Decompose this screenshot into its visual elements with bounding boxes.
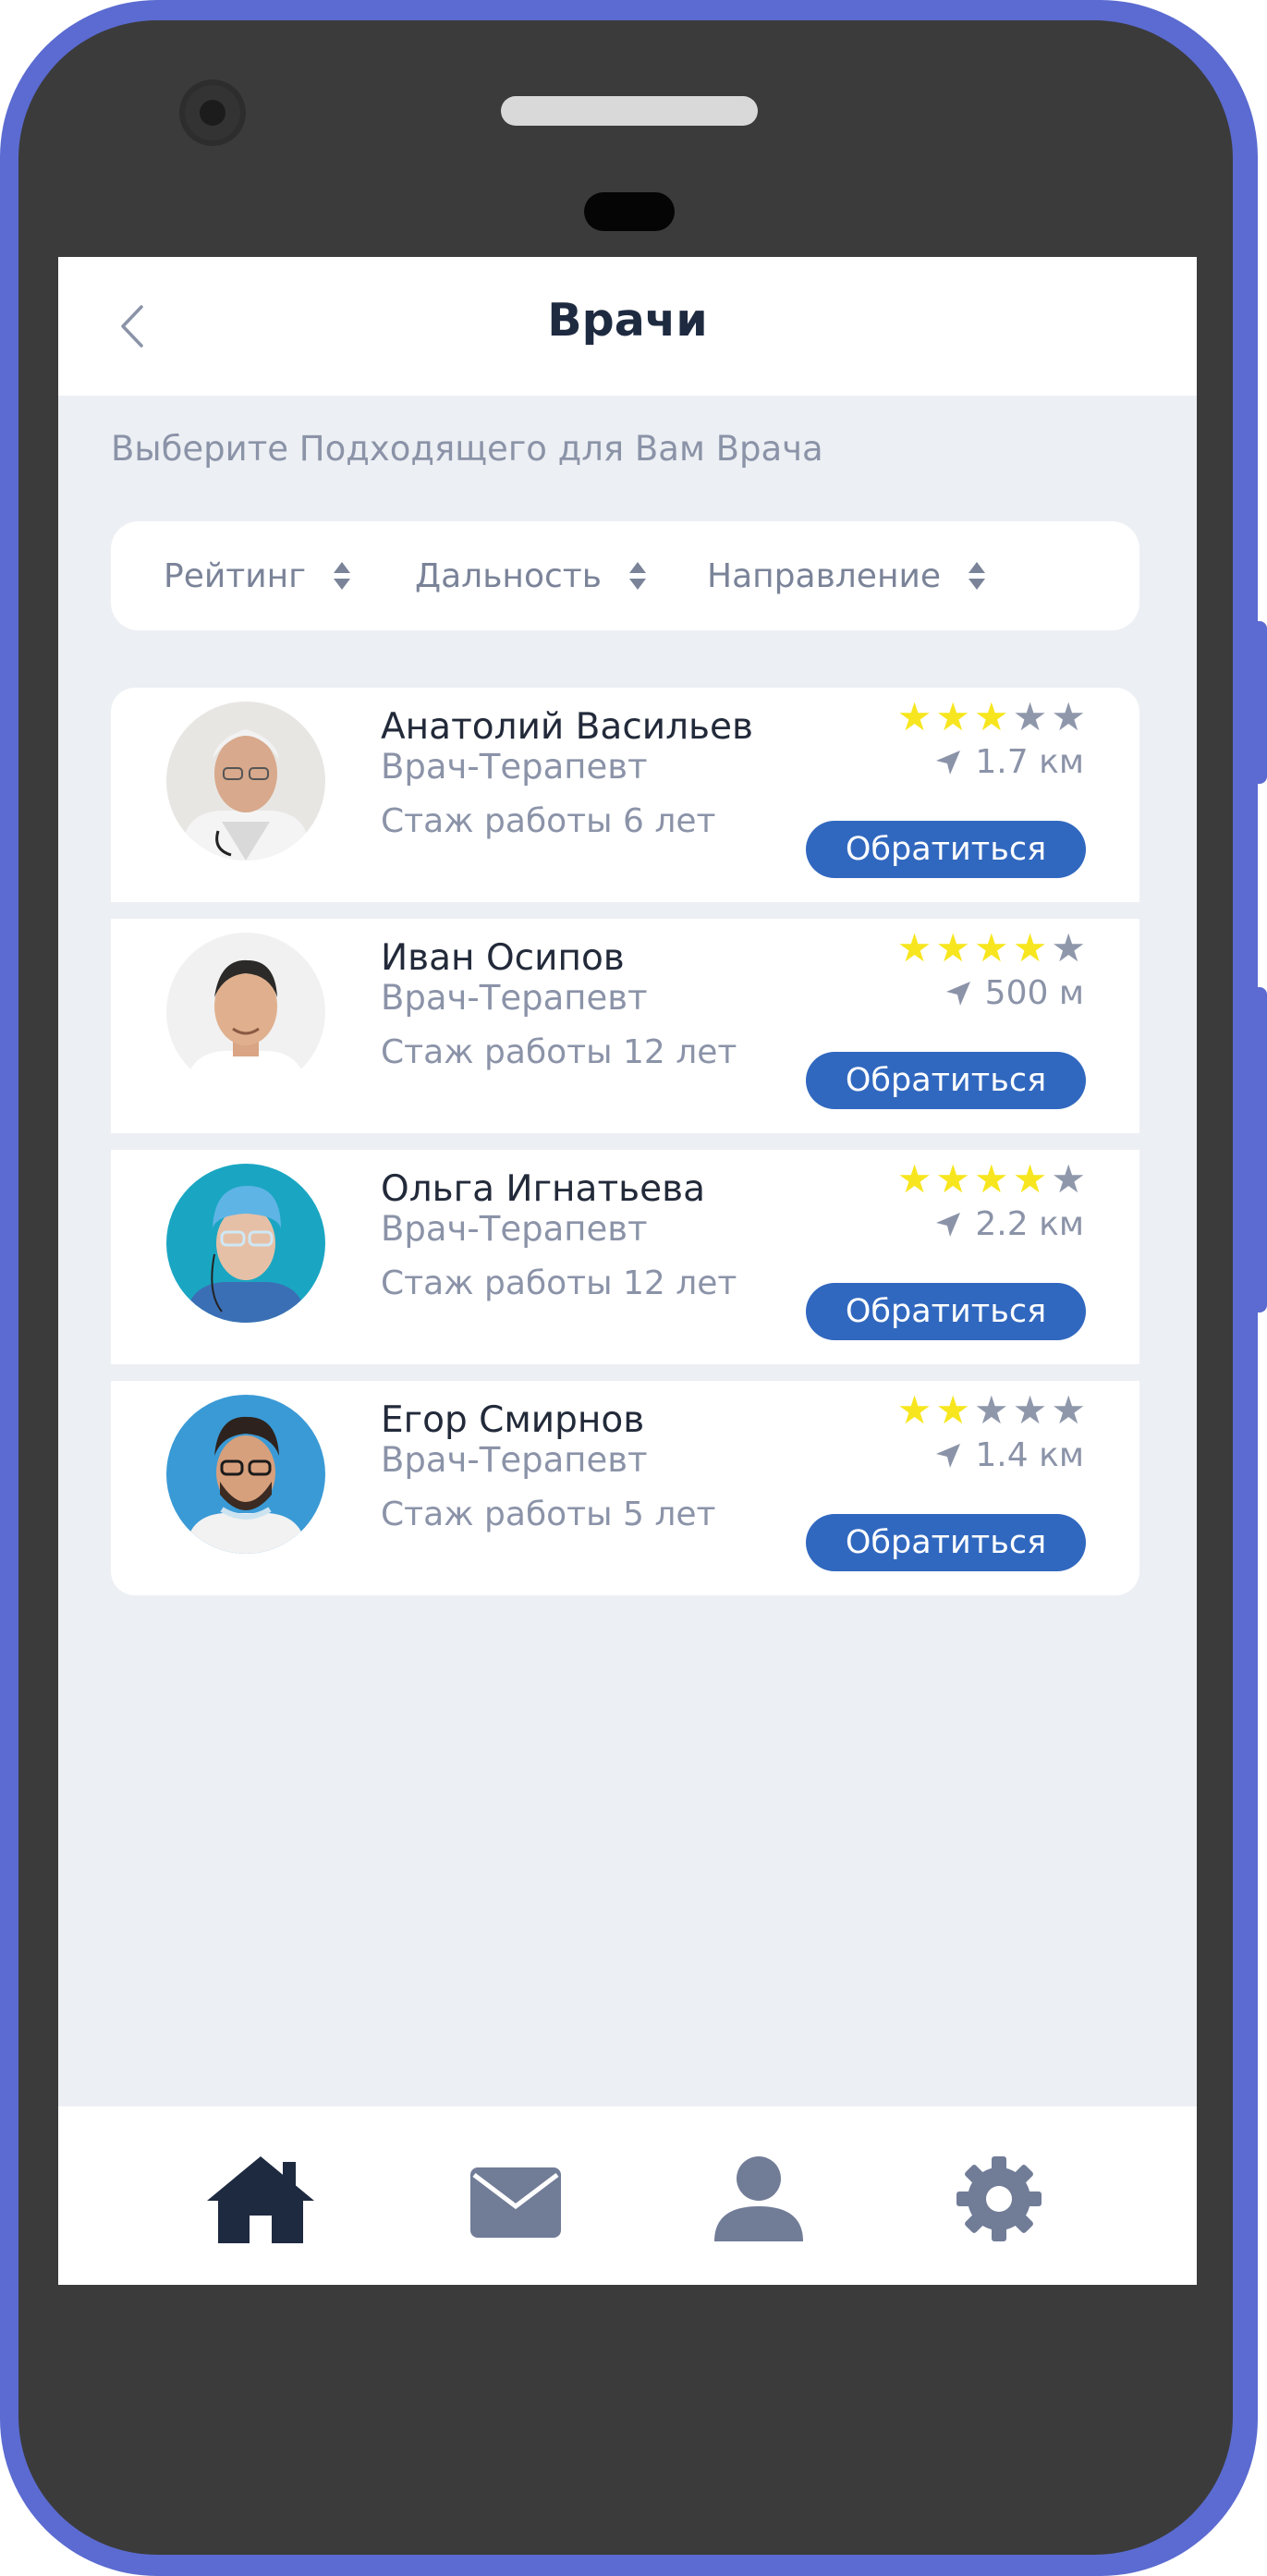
star-icon: ★: [896, 694, 932, 739]
subtitle: Выберите Подходящего для Вам Врача: [111, 429, 823, 469]
star-icon: ★: [1051, 1387, 1086, 1433]
star-icon: ★: [974, 925, 1009, 971]
doctor-name: Анатолий Васильев: [381, 706, 754, 748]
doctor-avatar: [166, 1164, 325, 1323]
speaker: [501, 96, 758, 126]
doctor-specialty: Врач-Терапевт: [381, 978, 648, 1018]
doctor-experience: Стаж работы 6 лет: [381, 802, 716, 840]
star-icon: ★: [935, 1387, 971, 1433]
location-arrow-icon: [936, 1443, 961, 1468]
star-icon: ★: [896, 1156, 932, 1202]
bottom-nav: [58, 2106, 1197, 2285]
location-arrow-icon: [945, 981, 970, 1006]
star-icon: ★: [974, 694, 1009, 739]
doctor-specialty: Врач-Терапевт: [381, 1209, 648, 1249]
star-icon: ★: [935, 925, 971, 971]
star-icon: ★: [974, 1387, 1009, 1433]
user-icon[interactable]: [714, 2156, 803, 2241]
doctor-specialty: Врач-Терапевт: [381, 1440, 648, 1480]
filter-label: Дальность: [415, 556, 602, 595]
distance-value: 1.4 км: [975, 1436, 1084, 1474]
star-icon: ★: [1051, 694, 1086, 739]
filter-label: Направление: [707, 556, 942, 595]
star-icon: ★: [1012, 694, 1048, 739]
doctor-name: Иван Осипов: [381, 937, 625, 979]
mail-icon[interactable]: [470, 2167, 561, 2238]
filter-bar: Рейтинг Дальность Направление: [111, 521, 1139, 630]
phone-side-button: [1254, 621, 1267, 784]
doctor-experience: Стаж работы 12 лет: [381, 1033, 737, 1071]
distance: 1.7 км: [934, 743, 1084, 781]
location-arrow-icon: [936, 750, 961, 775]
doctor-experience: Стаж работы 12 лет: [381, 1264, 737, 1302]
star-icon: ★: [1012, 1387, 1048, 1433]
distance: 2.2 км: [934, 1205, 1084, 1243]
star-icon: ★: [1012, 1156, 1048, 1202]
sort-icon: [334, 562, 351, 590]
distance: 1.4 км: [934, 1436, 1084, 1474]
distance-value: 2.2 км: [975, 1205, 1084, 1243]
doctor-card[interactable]: Егор Смирнов Врач-Терапевт Стаж работы 5…: [111, 1381, 1139, 1595]
star-icon: ★: [935, 694, 971, 739]
sort-icon: [969, 562, 986, 590]
filter-distance[interactable]: Дальность: [415, 521, 648, 630]
star-icon: ★: [935, 1156, 971, 1202]
home-icon[interactable]: [203, 2153, 318, 2245]
doctor-card[interactable]: Ольга Игнатьева Врач-Терапевт Стаж работ…: [111, 1150, 1139, 1364]
header: Врачи: [58, 257, 1197, 396]
star-icon: ★: [896, 925, 932, 971]
rating-stars: ★ ★ ★ ★ ★: [897, 695, 1086, 739]
contact-button[interactable]: Обратиться: [806, 1514, 1086, 1571]
doctor-avatar: [166, 1395, 325, 1554]
phone-side-button: [1254, 987, 1267, 1312]
star-icon: ★: [896, 1387, 932, 1433]
distance: 500 м: [944, 974, 1084, 1012]
contact-button[interactable]: Обратиться: [806, 821, 1086, 878]
app-screen: Врачи Выберите Подходящего для Вам Врача…: [58, 257, 1197, 2285]
doctor-name: Ольга Игнатьева: [381, 1168, 706, 1210]
rating-stars: ★ ★ ★ ★ ★: [897, 1388, 1086, 1433]
doctor-specialty: Врач-Терапевт: [381, 747, 648, 787]
contact-button[interactable]: Обратиться: [806, 1283, 1086, 1340]
doctor-card[interactable]: Анатолий Васильев Врач-Терапевт Стаж раб…: [111, 688, 1139, 902]
rating-stars: ★ ★ ★ ★ ★: [897, 926, 1086, 971]
sort-icon: [628, 562, 646, 590]
gear-icon[interactable]: [955, 2155, 1043, 2243]
filter-rating[interactable]: Рейтинг: [164, 521, 352, 630]
filter-label: Рейтинг: [164, 556, 307, 595]
doctor-card[interactable]: Иван Осипов Врач-Терапевт Стаж работы 12…: [111, 919, 1139, 1133]
contact-button[interactable]: Обратиться: [806, 1052, 1086, 1109]
sensor: [584, 192, 675, 231]
star-icon: ★: [1051, 925, 1086, 971]
star-icon: ★: [1012, 925, 1048, 971]
location-arrow-icon: [936, 1212, 961, 1237]
rating-stars: ★ ★ ★ ★ ★: [897, 1157, 1086, 1202]
doctor-avatar: [166, 702, 325, 861]
camera: [185, 85, 240, 140]
doctor-experience: Стаж работы 5 лет: [381, 1496, 716, 1533]
distance-value: 1.7 км: [975, 743, 1084, 781]
page-title: Врачи: [547, 294, 708, 347]
star-icon: ★: [1051, 1156, 1086, 1202]
doctor-avatar: [166, 933, 325, 1092]
distance-value: 500 м: [984, 974, 1084, 1012]
star-icon: ★: [974, 1156, 1009, 1202]
doctor-name: Егор Смирнов: [381, 1399, 645, 1441]
filter-direction[interactable]: Направление: [707, 521, 987, 630]
